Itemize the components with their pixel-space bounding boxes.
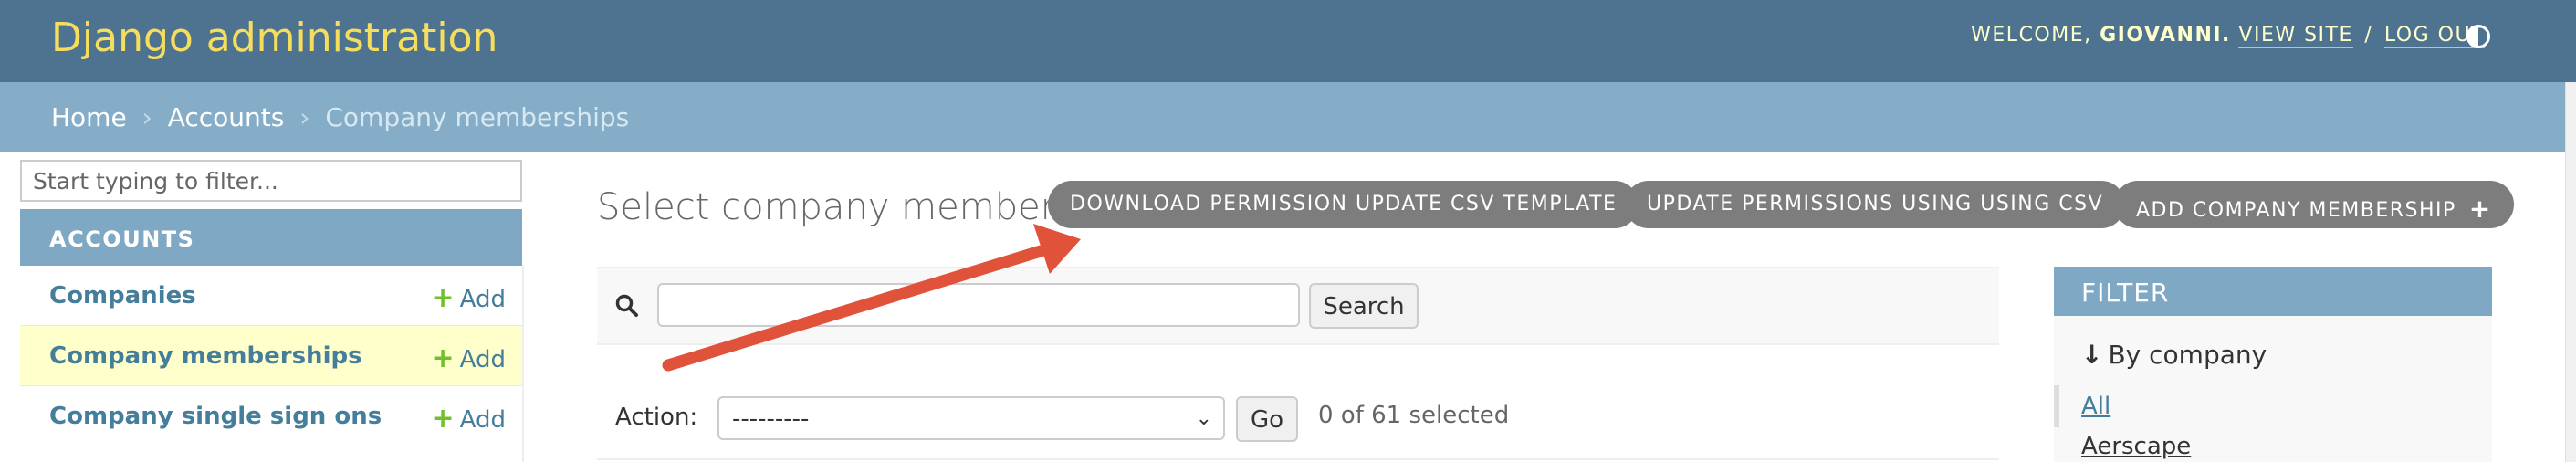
go-button[interactable]: Go	[1236, 396, 1298, 442]
filter-header: FILTER	[2054, 267, 2492, 316]
username: GIOVANNI.	[2100, 24, 2231, 47]
user-tools-separator: /	[2364, 24, 2373, 47]
filter-selected-indicator	[2054, 385, 2059, 427]
search-button[interactable]: Search	[1309, 283, 1419, 329]
sidebar-divider	[522, 265, 524, 462]
results-divider	[597, 458, 1999, 460]
sidebar-item-label[interactable]: Company memberships	[49, 342, 362, 370]
chevron-down-icon: ⌄	[1195, 407, 1212, 430]
arrow-down-icon: ↓	[2081, 340, 2103, 370]
header-bar: Django administration WELCOME, GIOVANNI.…	[0, 0, 2576, 82]
filter-panel: FILTER ↓ By company All Aerscape	[2054, 267, 2492, 462]
add-company-sso-link[interactable]: + Add	[432, 403, 506, 435]
breadcrumb-home[interactable]: Home	[51, 102, 127, 132]
plus-icon: +	[431, 342, 455, 374]
theme-toggle-icon[interactable]	[2466, 25, 2490, 48]
site-brand[interactable]: Django administration	[51, 15, 497, 61]
plus-icon: +	[431, 282, 455, 314]
user-tools: WELCOME, GIOVANNI. VIEW SITE / LOG OUT	[1971, 24, 2485, 48]
welcome-text: WELCOME,	[1971, 24, 2092, 47]
action-label: Action:	[615, 404, 698, 431]
plus-icon: +	[2468, 194, 2492, 224]
add-label: Add	[459, 286, 506, 313]
app-caption-accounts[interactable]: ACCOUNTS	[20, 209, 522, 266]
add-label: Add	[459, 346, 506, 373]
sidebar-item-companies: Companies + Add	[20, 266, 522, 326]
search-icon	[615, 294, 638, 317]
sidebar-item-company-memberships: Company memberships + Add	[20, 326, 522, 386]
breadcrumb-separator: ›	[299, 102, 310, 132]
breadcrumb: Home › Accounts › Company memberships	[0, 82, 2565, 152]
filter-by-company[interactable]: ↓ By company	[2081, 340, 2267, 370]
action-selected-option: ---------	[732, 405, 810, 433]
sidebar-item-label[interactable]: Company single sign ons	[49, 403, 382, 430]
update-permissions-csv-button[interactable]: UPDATE PERMISSIONS USING USING CSV	[1625, 181, 2126, 228]
plus-icon: +	[431, 403, 455, 435]
selection-counter: 0 of 61 selected	[1318, 402, 1510, 429]
add-company-membership-label: ADD COMPANY MEMBERSHIP	[2136, 199, 2456, 222]
sidebar-item-label[interactable]: Companies	[49, 282, 196, 310]
action-select[interactable]: --------- ⌄	[717, 396, 1225, 440]
breadcrumb-accounts[interactable]: Accounts	[168, 102, 285, 132]
download-csv-template-button[interactable]: DOWNLOAD PERMISSION UPDATE CSV TEMPLATE	[1048, 181, 1639, 228]
sidebar-filter-input[interactable]	[20, 160, 522, 202]
page-scrollbar[interactable]	[2565, 82, 2576, 462]
add-company-link[interactable]: + Add	[432, 282, 506, 314]
breadcrumb-separator: ›	[141, 102, 152, 132]
search-toolbar: Search	[597, 267, 1999, 345]
breadcrumb-current: Company memberships	[325, 102, 630, 132]
filter-option-all[interactable]: All	[2081, 393, 2110, 420]
add-label: Add	[459, 406, 506, 434]
view-site-link[interactable]: VIEW SITE	[2238, 24, 2353, 48]
search-input[interactable]	[657, 283, 1300, 327]
add-company-membership-link[interactable]: + Add	[432, 342, 506, 374]
add-company-membership-button[interactable]: ADD COMPANY MEMBERSHIP +	[2114, 181, 2514, 228]
sidebar-item-company-single-sign-ons: Company single sign ons + Add	[20, 386, 522, 446]
filter-by-label: By company	[2108, 340, 2267, 370]
filter-option-aerscape[interactable]: Aerscape	[2081, 433, 2191, 460]
